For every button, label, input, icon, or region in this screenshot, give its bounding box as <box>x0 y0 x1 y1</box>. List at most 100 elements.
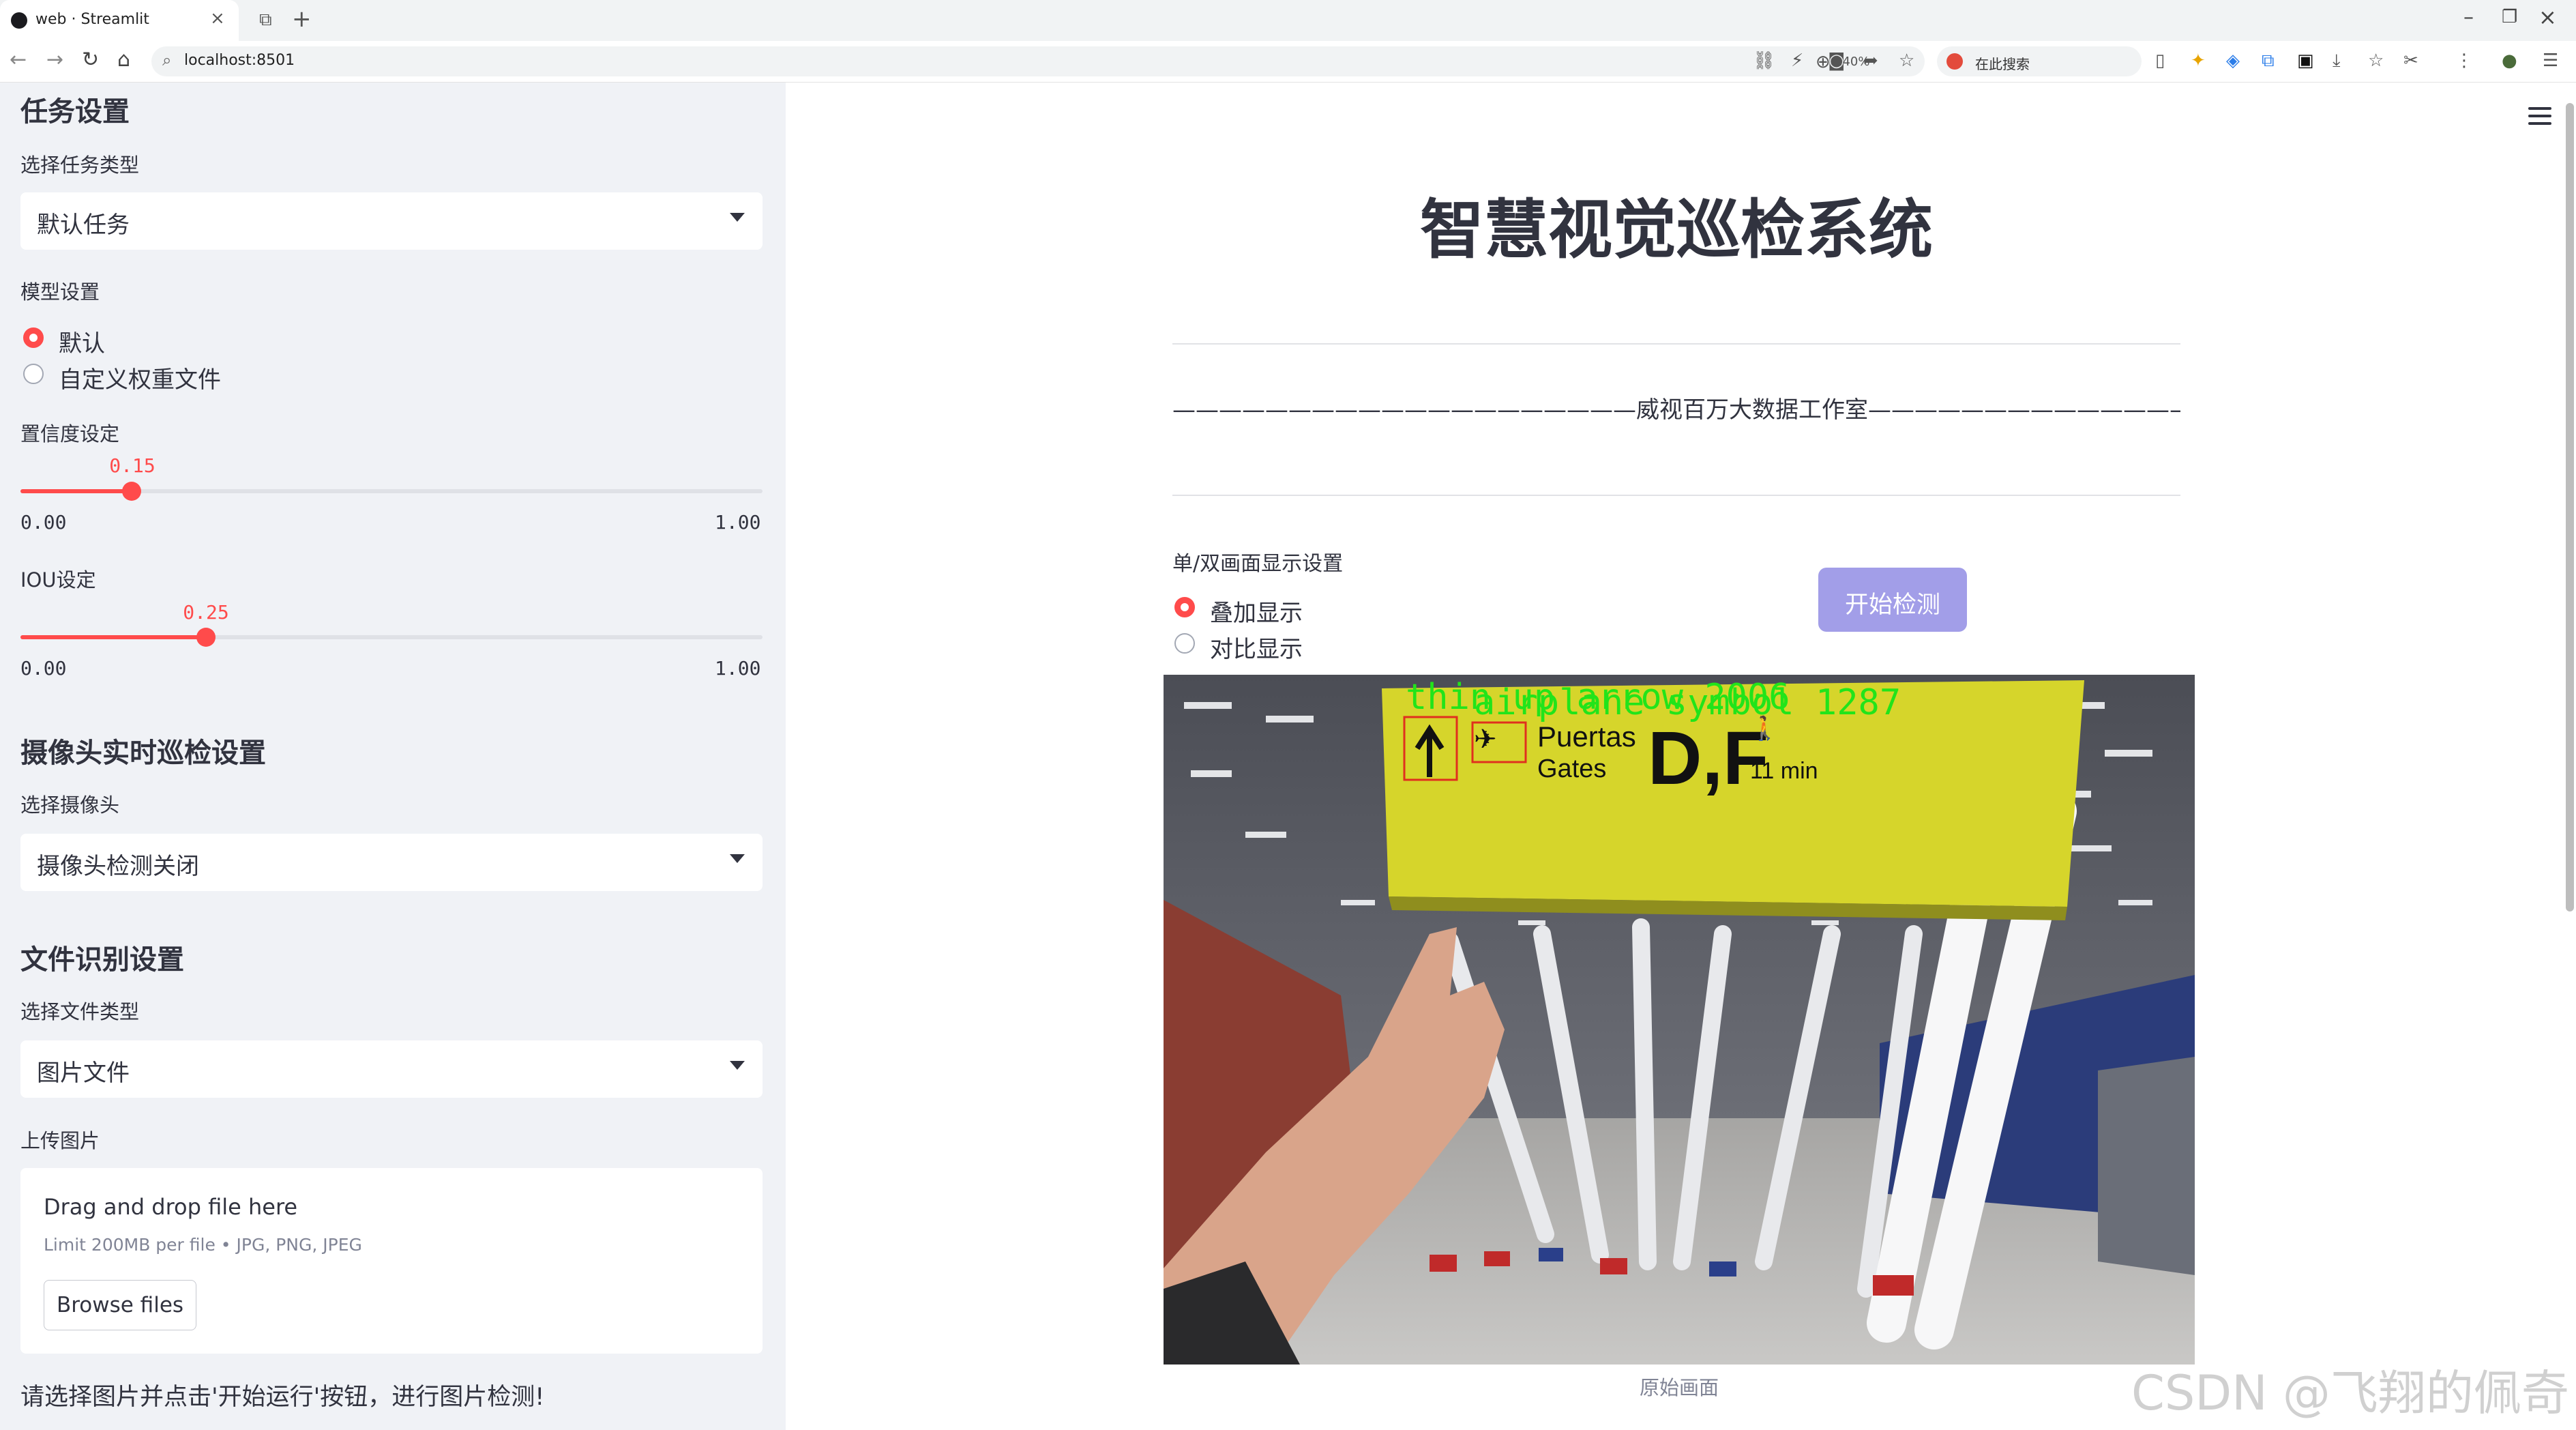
translate-icon[interactable]: ⛓ <box>1753 50 1775 71</box>
display-mode-label: 单/双画面显示设置 <box>1172 552 1344 576</box>
file-type-value: 图片文件 <box>37 1060 130 1087</box>
display-option-label: 叠加显示 <box>1210 600 1303 627</box>
upload-title: Drag and drop file here <box>44 1194 298 1220</box>
iou-slider-thumb[interactable] <box>196 628 216 647</box>
sign-text-2: Gates <box>1537 755 1606 783</box>
url-text[interactable]: localhost:8501 <box>184 52 295 69</box>
main-content: 智慧视觉巡检系统 ————————————————————威视百万大数据工作室—… <box>786 83 2576 1430</box>
iou-min: 0.00 <box>20 657 67 680</box>
iou-slider-fill <box>20 635 206 639</box>
sign-time: 11 min <box>1750 758 1818 784</box>
back-icon[interactable]: ← <box>10 48 27 72</box>
task-type-label: 选择任务类型 <box>20 154 140 177</box>
window-minimize-icon[interactable]: – <box>2463 5 2474 29</box>
search-placeholder: 在此搜索 <box>1975 56 2030 72</box>
browser-search-box[interactable]: 在此搜索 <box>1937 46 2142 76</box>
detection-label-2: airplane symbol 1287 <box>1474 682 1901 723</box>
confidence-slider[interactable] <box>20 482 763 501</box>
radio-icon[interactable] <box>1174 633 1195 654</box>
search-engine-icon <box>1946 53 1963 70</box>
file-section-title: 文件识别设置 <box>20 944 184 976</box>
confidence-min: 0.00 <box>20 511 67 534</box>
streamlit-favicon-icon <box>11 12 27 29</box>
camera-section-title: 摄像头实时巡检设置 <box>20 738 266 769</box>
confidence-slider-fill <box>20 489 132 493</box>
camera-label: 选择摄像头 <box>20 793 120 817</box>
extension-icon[interactable]: ◈ <box>2226 50 2240 71</box>
iou-slider[interactable] <box>20 628 763 647</box>
profile-avatar-icon[interactable]: ● <box>2502 50 2517 71</box>
window-restore-icon[interactable]: ❐ <box>2502 7 2517 27</box>
extension-icon[interactable]: ▣ <box>2297 50 2314 71</box>
browser-tab-bar: web · Streamlit × ⧉ + – ❐ × <box>0 0 2576 41</box>
favorites-icon[interactable]: ☆ <box>2368 50 2384 71</box>
camera-value: 摄像头检测关闭 <box>37 853 199 880</box>
browse-files-label: Browse files <box>56 1293 184 1317</box>
upload-limit: Limit 200MB per file • JPG, PNG, JPEG <box>44 1235 362 1255</box>
file-type-select[interactable]: 图片文件 <box>20 1040 763 1098</box>
divider <box>1172 343 2180 345</box>
browser-tab[interactable]: web · Streamlit × <box>0 0 239 41</box>
phone-icon[interactable]: ▯ <box>2155 50 2165 71</box>
file-type-label: 选择文件类型 <box>20 1000 140 1023</box>
home-icon[interactable]: ⌂ <box>117 48 130 72</box>
detection-preview-image: ✈ Puertas Gates D,F 🚶 11 min thin up arr… <box>1164 675 2195 1365</box>
radio-selected-icon[interactable] <box>1174 597 1195 617</box>
chevron-down-icon <box>730 1061 745 1070</box>
reload-icon[interactable]: ↻ <box>82 48 99 72</box>
sign-airplane-icon: ✈ <box>1474 724 1497 755</box>
more-vertical-icon[interactable]: ⋮ <box>2455 50 2473 71</box>
tab-close-icon[interactable]: × <box>210 8 225 29</box>
iou-label: IOU设定 <box>20 568 96 592</box>
model-option-label: 默认 <box>59 330 105 358</box>
chevron-down-icon <box>730 854 745 863</box>
start-detection-button[interactable]: 开始检测 <box>1818 568 1967 632</box>
file-uploader-dropzone[interactable]: Drag and drop file here Limit 200MB per … <box>20 1168 763 1354</box>
start-detection-label: 开始检测 <box>1844 592 1940 619</box>
confidence-slider-thumb[interactable] <box>122 482 142 501</box>
camera-icon[interactable]: ◙ <box>1828 50 1845 71</box>
hamburger-menu-icon[interactable] <box>2528 107 2551 125</box>
sign-text-1: Puertas <box>1537 720 1636 753</box>
address-bar: ← → ↻ ⌂ ⌕ localhost:8501 ⊕ 140% ⛓ ⚡ ◙ ➦ … <box>0 41 2576 83</box>
task-section-title: 任务设置 <box>20 96 130 128</box>
forward-icon[interactable]: → <box>46 48 63 72</box>
upload-label: 上传图片 <box>20 1129 100 1152</box>
scrollbar[interactable] <box>2566 103 2574 911</box>
confidence-label: 置信度设定 <box>20 422 120 446</box>
tab-title: web · Streamlit <box>35 11 149 28</box>
site-info-icon[interactable]: ⌕ <box>162 50 171 70</box>
sidebar-hint: 请选择图片并点击'开始运行'按钮，进行图片检测! <box>20 1384 545 1411</box>
bookmark-star-icon[interactable]: ☆ <box>1899 50 1914 71</box>
divider <box>1172 495 2180 496</box>
studio-banner: ————————————————————威视百万大数据工作室——————————… <box>1172 396 2180 424</box>
camera-select[interactable]: 摄像头检测关闭 <box>20 834 763 891</box>
sidebar: 任务设置 选择任务类型 默认任务 模型设置 默认 自定义权重文件 置信度设定 0… <box>0 83 786 1430</box>
iou-max: 1.00 <box>715 657 761 680</box>
iou-value: 0.25 <box>183 601 229 624</box>
screenshot-icon[interactable]: ✂ <box>2403 50 2418 71</box>
task-type-value: 默认任务 <box>37 211 130 239</box>
csdn-watermark: CSDN @飞翔的佩奇 <box>2131 1365 2569 1421</box>
new-tab-icon[interactable]: + <box>292 5 312 33</box>
confidence-max: 1.00 <box>715 511 761 534</box>
extension-icon[interactable]: ✦ <box>2191 50 2206 71</box>
image-caption: 原始画面 <box>1639 1376 1719 1399</box>
browse-files-button[interactable]: Browse files <box>44 1280 196 1330</box>
browser-menu-icon[interactable]: ☰ <box>2543 50 2558 71</box>
url-field[interactable]: ⌕ localhost:8501 ⊕ 140% <box>151 46 1925 76</box>
radio-icon[interactable] <box>23 364 44 384</box>
window-close-icon[interactable]: × <box>2538 4 2557 30</box>
share-icon[interactable]: ➦ <box>1863 50 1878 71</box>
extension-icon[interactable]: ⧉ <box>2262 50 2275 72</box>
confidence-value: 0.15 <box>109 454 156 477</box>
tab-group-icon[interactable]: ⧉ <box>259 10 272 31</box>
task-type-select[interactable]: 默认任务 <box>20 192 763 250</box>
radio-selected-icon[interactable] <box>23 327 44 348</box>
bolt-icon[interactable]: ⚡ <box>1791 50 1803 71</box>
model-option-label: 自定义权重文件 <box>59 366 221 394</box>
display-option-label: 对比显示 <box>1210 636 1303 663</box>
airport-scene: ✈ Puertas Gates D,F 🚶 11 min thin up arr… <box>1164 675 2195 1365</box>
download-icon[interactable]: ⤓ <box>2333 50 2341 72</box>
model-label: 模型设置 <box>20 280 100 304</box>
